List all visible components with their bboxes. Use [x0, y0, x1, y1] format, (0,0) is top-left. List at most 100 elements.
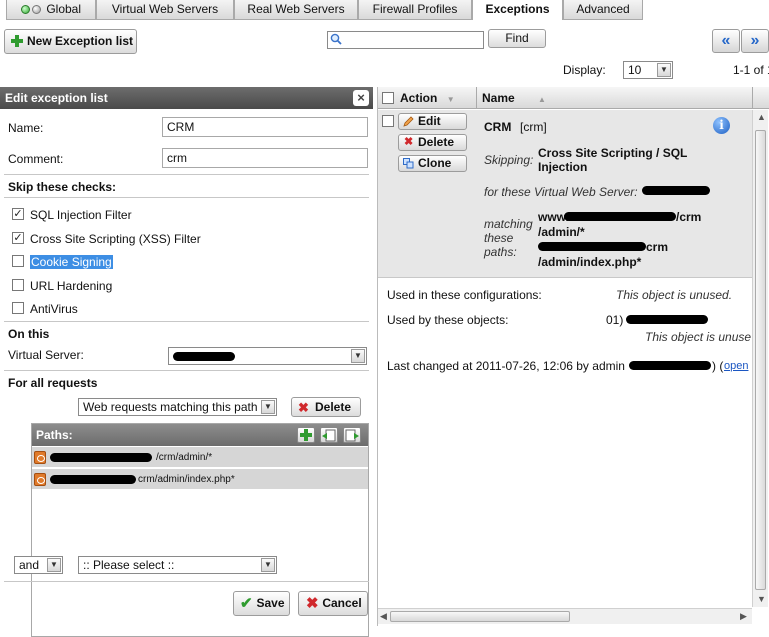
tab-real-web-servers[interactable]: Real Web Servers [234, 0, 358, 20]
tab-virtual-web-servers[interactable]: Virtual Web Servers [96, 0, 234, 20]
scroll-down-icon[interactable]: ▼ [757, 594, 766, 604]
xss-checkbox[interactable]: ✓ [12, 232, 24, 244]
vertical-scroll-thumb[interactable] [755, 130, 766, 590]
table-row[interactable]: Edit ✖ Delete Clone CRM [crm] i Skipping… [378, 110, 752, 278]
redacted-host [564, 212, 676, 221]
path-row[interactable]: /crm/admin/* [32, 447, 368, 468]
clone-icon [403, 158, 414, 169]
tab-exceptions[interactable]: Exceptions [472, 0, 563, 20]
column-name[interactable]: Name ▲ [482, 87, 546, 111]
virtual-server-select[interactable]: ▼ [168, 347, 367, 365]
display-count-select[interactable]: 10 ▼ [623, 61, 673, 79]
request-type-select[interactable]: Web requests matching this path ▼ [78, 398, 277, 416]
save-label: Save [256, 596, 285, 610]
redacted-server [642, 186, 710, 195]
and-operator-select[interactable]: and ▼ [14, 556, 63, 574]
cookie-signing-checkbox[interactable] [12, 255, 24, 267]
save-button[interactable]: ✔ Save [233, 591, 290, 616]
and-operator-value: and [19, 558, 40, 572]
find-label: Find [505, 31, 529, 45]
path-row[interactable]: crm/admin/index.php* [32, 469, 368, 490]
tab-advanced[interactable]: Advanced [563, 0, 643, 20]
divider [4, 370, 369, 371]
row-details: Used in these configurations: This objec… [378, 279, 752, 379]
clone-button[interactable]: Clone [398, 155, 467, 172]
plus-icon [11, 35, 23, 47]
redacted-host [50, 475, 136, 484]
delete-label: Delete [418, 135, 455, 149]
grid-header: Action ▼ Name ▲ [378, 87, 769, 109]
status-grey-icon [31, 5, 41, 14]
edit-button[interactable]: Edit [398, 113, 467, 130]
clone-label: Clone [418, 156, 452, 170]
sort-down-icon: ▼ [446, 95, 455, 104]
column-name-label: Name [482, 91, 515, 105]
path-icon [34, 473, 46, 486]
next-page-button[interactable]: » [741, 29, 769, 53]
antivirus-checkbox[interactable] [12, 302, 24, 314]
search-input[interactable] [327, 31, 484, 49]
page-count: 1-1 of 1 [733, 63, 769, 77]
vws-label: for these Virtual Web Server: [484, 185, 638, 199]
sort-up-icon: ▲ [538, 95, 546, 104]
plus-icon [300, 429, 312, 441]
check-icon: ✓ [13, 208, 23, 220]
delete-button[interactable]: ✖ Delete [398, 134, 467, 151]
new-exception-list-button[interactable]: New Exception list [4, 29, 137, 54]
check-icon: ✔ [240, 595, 253, 612]
tab-label: Real Web Servers [247, 2, 345, 16]
column-separator [476, 87, 477, 109]
pencil-icon [403, 116, 414, 127]
chevron-down-icon: ▼ [261, 558, 275, 572]
path1-suffix: /crm [676, 210, 702, 224]
divider [4, 321, 369, 322]
antivirus-label: AntiVirus [30, 302, 78, 316]
delete-path-button[interactable]: ✖ Delete [291, 397, 361, 417]
export-icon [345, 429, 359, 442]
info-icon[interactable]: i [713, 117, 730, 134]
scroll-left-icon[interactable]: ◀ [380, 611, 387, 622]
path-text: /crm/admin/* [156, 452, 213, 463]
display-count-value: 10 [628, 63, 642, 77]
virtual-server-label: Virtual Server: [8, 348, 84, 362]
add-path-button[interactable] [297, 427, 315, 443]
chevron-down-icon: ▼ [261, 400, 275, 414]
select-all-checkbox[interactable] [382, 92, 394, 104]
close-icon: ✖ [306, 595, 319, 612]
tab-global[interactable]: Global [6, 0, 96, 20]
open-paren: ) ( [712, 359, 724, 373]
column-action[interactable]: Action ▼ [400, 87, 455, 111]
redacted-host [50, 453, 152, 462]
open-link[interactable]: open [724, 360, 748, 372]
sql-injection-checkbox[interactable]: ✓ [12, 208, 24, 220]
comment-field[interactable]: crm [162, 148, 368, 168]
row-checkbox[interactable] [382, 115, 394, 127]
vertical-scrollbar[interactable]: ▲ ▼ [752, 110, 768, 607]
scroll-right-icon[interactable]: ▶ [740, 611, 747, 622]
edit-label: Edit [418, 114, 441, 128]
import-path-button[interactable] [320, 427, 338, 443]
close-icon[interactable]: × [353, 90, 369, 106]
cancel-button[interactable]: ✖ Cancel [298, 591, 368, 616]
horizontal-scroll-thumb[interactable] [390, 611, 570, 622]
delete-path-label: Delete [314, 400, 352, 414]
redacted-value [173, 352, 235, 361]
previous-page-button[interactable]: « [712, 29, 740, 53]
divider [4, 581, 369, 582]
condition-select[interactable]: :: Please select :: ▼ [78, 556, 277, 574]
skip-checks-heading: Skip these checks: [8, 180, 117, 194]
url-hardening-checkbox[interactable] [12, 279, 24, 291]
find-button[interactable]: Find [488, 29, 546, 48]
xss-label: Cross Site Scripting (XSS) Filter [30, 232, 201, 246]
name-field[interactable]: CRM [162, 117, 368, 137]
tab-firewall-profiles[interactable]: Firewall Profiles [358, 0, 472, 20]
cancel-label: Cancel [322, 596, 362, 610]
status-green-icon [20, 5, 30, 14]
scroll-up-icon[interactable]: ▲ [757, 112, 766, 122]
export-path-button[interactable] [343, 427, 361, 443]
redacted-object [626, 315, 708, 324]
sql-injection-label: SQL Injection Filter [30, 208, 132, 222]
paths-header: Paths: [32, 424, 368, 446]
horizontal-scrollbar[interactable]: ◀ ▶ [378, 608, 752, 624]
check-icon: ✓ [13, 232, 23, 244]
